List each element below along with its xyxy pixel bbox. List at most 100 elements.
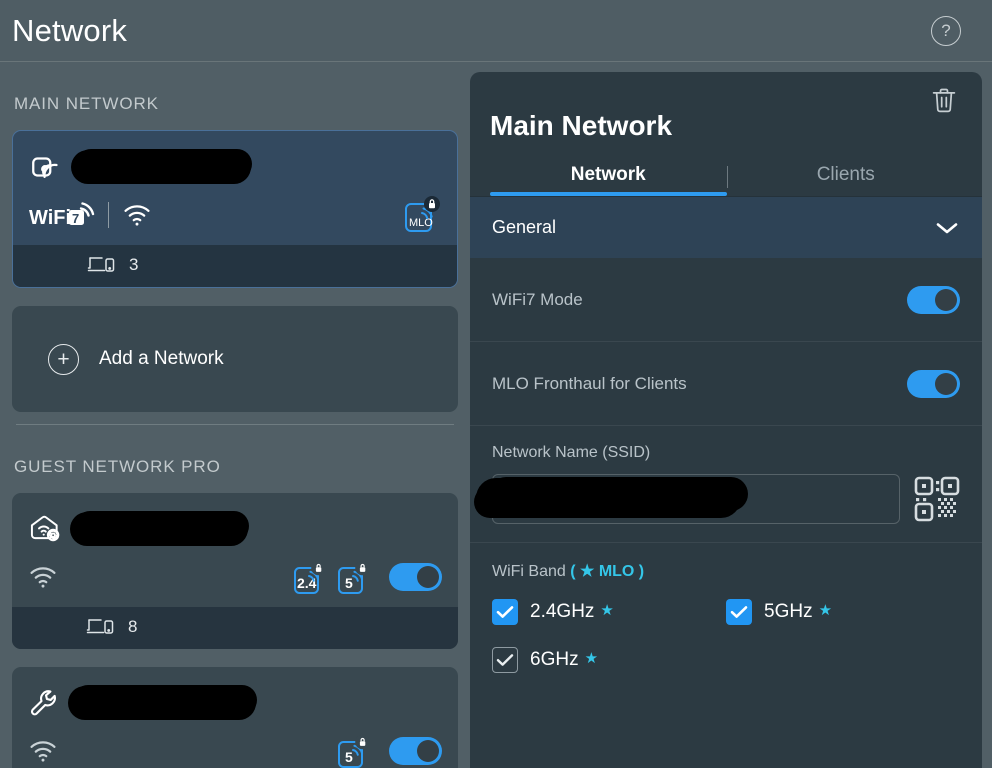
network-card-standard-group: WiFi 7	[29, 200, 152, 230]
toggle-knob	[935, 288, 957, 311]
band-label: 5GHz	[764, 601, 813, 622]
network-card-standard-group	[28, 565, 58, 589]
section-label-guest-network-pro: GUEST NETWORK PRO	[14, 457, 221, 476]
ssid-value-redacted	[481, 483, 736, 513]
band-label: 6GHz	[530, 649, 579, 670]
network-card-name-row	[28, 509, 442, 549]
mlo-badge-icon: MLO	[403, 195, 441, 235]
band-badge-5-icon: 5	[337, 557, 371, 597]
qr-code-icon[interactable]	[914, 476, 960, 522]
router-signal-icon	[29, 150, 63, 184]
page-body: MAIN NETWORK WiFi 7 MLO 3 + Add a Networ…	[0, 62, 992, 768]
chevron-down-icon	[934, 220, 960, 236]
svg-text:MLO: MLO	[409, 217, 433, 229]
ssid-input[interactable]	[481, 474, 900, 524]
svg-text:WiFi: WiFi	[29, 207, 71, 229]
wifi-signal-icon	[28, 565, 58, 589]
network-card-body: 5	[12, 667, 458, 768]
section-label-main-network: MAIN NETWORK	[14, 94, 159, 113]
toggle-knob	[417, 566, 439, 588]
network-card-clients: 8	[12, 607, 458, 649]
svg-text:7: 7	[72, 211, 79, 226]
checkbox-checked-disabled-icon[interactable]	[492, 647, 518, 673]
setting-label: WiFi7 Mode	[492, 289, 583, 309]
checkbox-checked-icon[interactable]	[492, 599, 518, 625]
page-title: Network	[12, 12, 128, 48]
detail-tabs: Network Clients	[490, 164, 964, 196]
network-name-redacted	[72, 690, 252, 716]
ssid-field-row	[481, 474, 960, 524]
band-option-6ghz[interactable]: 6GHz ★	[492, 647, 726, 673]
wifi-band-header: WiFi Band ( ★ MLO )	[492, 561, 960, 581]
network-detail-panel: Main Network Network Clients General WiF…	[470, 72, 982, 768]
network-card-badges: MLO	[403, 195, 441, 235]
mlo-fronthaul-toggle[interactable]	[907, 369, 960, 398]
add-network-label: Add a Network	[99, 348, 224, 369]
network-card-badges: 2.4 5	[293, 557, 442, 597]
network-list-sidebar: MAIN NETWORK WiFi 7 MLO 3 + Add a Networ…	[0, 62, 470, 768]
wifi7-mode-toggle[interactable]	[907, 285, 960, 314]
home-guest-wifi-icon	[28, 512, 62, 546]
detail-header: Main Network Network Clients	[470, 72, 982, 196]
network-card-clients: 3	[13, 245, 457, 287]
network-card-guest-1[interactable]: 2.4 5 8	[12, 493, 458, 649]
toggle-knob	[417, 740, 439, 762]
checkbox-checked-icon[interactable]	[726, 599, 752, 625]
network-enable-toggle[interactable]	[389, 563, 442, 591]
wifi-band-mlo-note: ( ★ MLO )	[570, 563, 645, 580]
network-page: Network ? MAIN NETWORK WiFi 7 MLO 3 + Ad…	[0, 0, 992, 768]
network-card-meta-row: 5	[28, 731, 442, 768]
network-card-guest-2[interactable]: 5	[12, 667, 458, 768]
network-name-redacted	[74, 516, 244, 542]
tab-clients[interactable]: Clients	[728, 164, 965, 196]
network-card-meta-row: 2.4 5	[28, 557, 442, 597]
band-option-5ghz[interactable]: 5GHz ★	[726, 599, 960, 625]
plus-circle-icon: +	[48, 343, 79, 375]
devices-icon	[86, 616, 116, 638]
band-badge-2.4-icon: 2.4	[293, 557, 327, 597]
add-network-button[interactable]: + Add a Network	[12, 306, 458, 412]
network-card-name-row	[29, 147, 441, 187]
network-card-standard-group	[28, 739, 58, 763]
wifi7-logo-icon: WiFi 7	[29, 200, 95, 230]
detail-title: Main Network	[490, 110, 673, 141]
band-badge-5-icon: 5	[337, 731, 371, 768]
network-card-badges: 5	[337, 731, 442, 768]
accordion-title: General	[492, 217, 557, 237]
page-header: Network ?	[0, 0, 992, 62]
network-card-name-row	[28, 683, 442, 723]
accordion-general[interactable]: General	[470, 196, 982, 258]
divider	[108, 202, 109, 228]
band-option-2-4ghz[interactable]: 2.4GHz ★	[492, 599, 726, 625]
client-count: 8	[128, 617, 138, 636]
question-circle-icon[interactable]: ?	[931, 15, 961, 46]
toggle-knob	[935, 372, 957, 395]
tab-network[interactable]: Network	[490, 164, 727, 196]
client-count: 3	[129, 255, 139, 274]
band-label: 2.4GHz	[530, 601, 595, 622]
wifi-band-options: 2.4GHz ★ 5GHz ★ 6GHz ★	[492, 599, 960, 695]
network-card-main[interactable]: WiFi 7 MLO 3	[12, 130, 458, 288]
network-name-redacted	[75, 154, 247, 180]
network-card-meta-row: WiFi 7 MLO	[29, 195, 441, 235]
wifi-band-block: WiFi Band ( ★ MLO ) 2.4GHz ★ 5GHz ★ 6GHz…	[470, 543, 982, 713]
wrench-icon	[28, 687, 60, 719]
network-enable-toggle[interactable]	[389, 737, 442, 765]
wifi-band-label: WiFi Band	[492, 563, 566, 580]
svg-text:5: 5	[345, 749, 353, 765]
wifi-signal-icon	[28, 739, 58, 763]
network-card-body: 2.4 5	[12, 493, 458, 607]
ssid-field-block: Network Name (SSID)	[470, 426, 982, 543]
network-card-body: WiFi 7 MLO	[13, 131, 457, 245]
mlo-star-icon: ★	[584, 650, 599, 667]
ssid-label: Network Name (SSID)	[492, 444, 651, 461]
setting-label: MLO Fronthaul for Clients	[492, 373, 687, 393]
svg-text:2.4: 2.4	[297, 575, 317, 591]
setting-row-mlo-fronthaul: MLO Fronthaul for Clients	[470, 342, 982, 426]
mlo-star-icon: ★	[818, 602, 833, 619]
devices-icon	[87, 254, 117, 276]
trash-icon[interactable]	[930, 86, 958, 116]
wifi-signal-icon	[122, 203, 152, 227]
svg-text:5: 5	[345, 575, 353, 591]
mlo-star-icon: ★	[600, 602, 614, 619]
